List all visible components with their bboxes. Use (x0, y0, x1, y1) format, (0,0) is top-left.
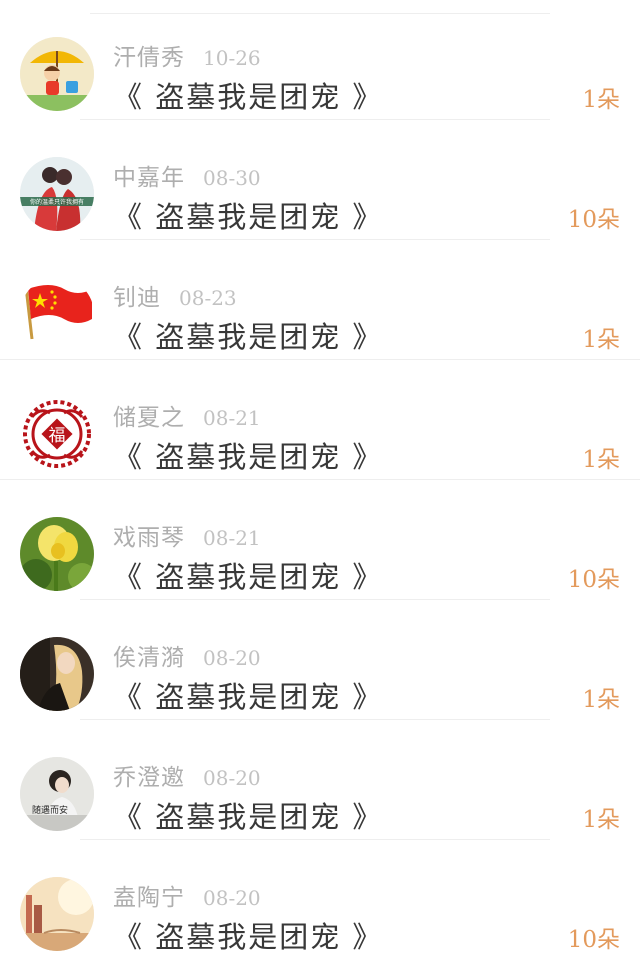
item-meta: 中嘉年 08-30 (113, 158, 261, 191)
sunset-scene-avatar (20, 877, 94, 951)
flower-count: 10朵 (567, 927, 620, 953)
avatar-caption: 福 (49, 426, 66, 446)
list-item[interactable]: 汗倩秀 10-26 《 盗墓我是团宠 》 1朵 (0, 0, 640, 120)
book-title[interactable]: 《 盗墓我是团宠 》 (113, 194, 383, 236)
flower-count: 1朵 (582, 327, 620, 353)
user-name[interactable]: 乔澄邀 (113, 765, 185, 791)
red-flag-avatar (20, 277, 94, 351)
avatar[interactable] (20, 637, 94, 711)
book-title[interactable]: 《 盗墓我是团宠 》 (113, 914, 383, 956)
couple-photo-avatar: 你的温柔只许我拥有 (20, 157, 94, 231)
book-title[interactable]: 《 盗墓我是团宠 》 (113, 794, 383, 836)
list-item[interactable]: 钊迪 08-23 《 盗墓我是团宠 》 1朵 (0, 240, 640, 360)
book-title[interactable]: 《 盗墓我是团宠 》 (113, 434, 383, 476)
book-title[interactable]: 《 盗墓我是团宠 》 (113, 74, 383, 116)
list-item[interactable]: 俟清漪 08-20 《 盗墓我是团宠 》 1朵 (0, 600, 640, 720)
user-name[interactable]: 储夏之 (113, 405, 185, 431)
gift-date: 08-21 (203, 526, 261, 550)
gift-date: 08-20 (203, 766, 261, 790)
list-item[interactable]: 盍陶宁 08-20 《 盗墓我是团宠 》 10朵 (0, 840, 640, 960)
item-meta: 乔澄邀 08-20 (113, 758, 261, 791)
user-name[interactable]: 中嘉年 (113, 165, 185, 191)
flower-count: 10朵 (567, 567, 620, 593)
avatar[interactable]: 你的温柔只许我拥有 (20, 157, 94, 231)
book-title[interactable]: 《 盗墓我是团宠 》 (113, 554, 383, 596)
user-name[interactable]: 汗倩秀 (113, 45, 185, 71)
user-name[interactable]: 戏雨琴 (113, 525, 185, 551)
avatar[interactable] (20, 517, 94, 591)
flower-count: 1朵 (582, 87, 620, 113)
flower-count: 1朵 (582, 687, 620, 713)
gift-date: 08-23 (179, 286, 237, 310)
item-meta: 储夏之 08-21 (113, 398, 261, 431)
book-title[interactable]: 《 盗墓我是团宠 》 (113, 314, 383, 356)
gift-date: 08-30 (203, 166, 261, 190)
avatar[interactable]: 福 (20, 397, 94, 471)
user-name[interactable]: 盍陶宁 (113, 885, 185, 911)
list-item[interactable]: 随遇而安 乔澄邀 08-20 《 盗墓我是团宠 》 1朵 (0, 720, 640, 840)
list-item[interactable]: 福 储夏之 08-21 《 盗墓我是团宠 》 1朵 (0, 360, 640, 480)
blonde-girl-avatar (20, 637, 94, 711)
list-item[interactable]: 你的温柔只许我拥有 中嘉年 08-30 《 盗墓我是团宠 》 10朵 (0, 120, 640, 240)
item-meta: 汗倩秀 10-26 (113, 38, 261, 71)
item-meta: 钊迪 08-23 (113, 278, 237, 311)
item-meta: 俟清漪 08-20 (113, 638, 261, 671)
book-title[interactable]: 《 盗墓我是团宠 》 (113, 674, 383, 716)
item-meta: 盍陶宁 08-20 (113, 878, 261, 911)
avatar[interactable] (20, 277, 94, 351)
flower-count: 1朵 (582, 807, 620, 833)
gift-date: 10-26 (203, 46, 261, 70)
cartoon-girl-umbrella-avatar (20, 37, 94, 111)
avatar-caption: 随遇而安 (32, 804, 68, 816)
gift-date: 08-20 (203, 646, 261, 670)
user-name[interactable]: 钊迪 (113, 285, 161, 311)
avatar-caption: 你的温柔只许我拥有 (30, 198, 84, 206)
flower-count: 1朵 (582, 447, 620, 473)
gift-date: 08-21 (203, 406, 261, 430)
list-item[interactable]: 戏雨琴 08-21 《 盗墓我是团宠 》 10朵 (0, 480, 640, 600)
flower-count: 10朵 (567, 207, 620, 233)
item-meta: 戏雨琴 08-21 (113, 518, 261, 551)
avatar[interactable]: 随遇而安 (20, 757, 94, 831)
gift-date: 08-20 (203, 886, 261, 910)
avatar[interactable] (20, 37, 94, 111)
user-name[interactable]: 俟清漪 (113, 645, 185, 671)
yellow-flower-avatar (20, 517, 94, 591)
fu-papercut-avatar: 福 (20, 397, 94, 471)
girl-text-avatar: 随遇而安 (20, 757, 94, 831)
avatar[interactable] (20, 877, 94, 951)
